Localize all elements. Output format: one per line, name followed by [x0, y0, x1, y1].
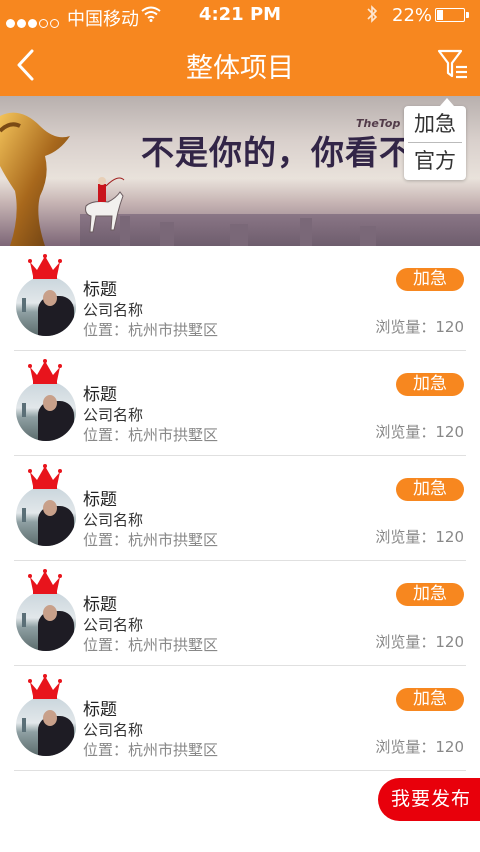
item-title: 标题 [83, 385, 117, 405]
item-views: 浏览量：120 [375, 631, 464, 652]
crown-icon [28, 254, 62, 279]
location-label: 位置： [83, 636, 129, 654]
views-count: 120 [435, 318, 464, 336]
filter-option-official[interactable]: 官方 [404, 143, 466, 179]
item-company: 公司名称 [83, 721, 144, 739]
views-count: 120 [435, 423, 464, 441]
item-title: 标题 [83, 490, 117, 510]
item-title: 标题 [83, 280, 117, 300]
urgent-badge: 加急 [396, 688, 464, 711]
project-list: 标题 公司名称 位置：杭州市拱墅区 加急 浏览量：120 标题 公司名称 位置：… [0, 246, 480, 771]
page-title: 整体项目 [186, 53, 294, 84]
views-label: 浏览量： [375, 528, 436, 546]
list-item[interactable]: 标题 公司名称 位置：杭州市拱墅区 加急 浏览量：120 [0, 561, 480, 666]
views-label: 浏览量： [375, 318, 436, 336]
filter-option-urgent[interactable]: 加急 [404, 106, 466, 142]
location-label: 位置： [83, 426, 129, 444]
item-location: 位置：杭州市拱墅区 [83, 319, 218, 340]
item-company: 公司名称 [83, 406, 144, 424]
list-item[interactable]: 标题 公司名称 位置：杭州市拱墅区 加急 浏览量：120 [0, 456, 480, 561]
list-item[interactable]: 标题 公司名称 位置：杭州市拱墅区 加急 浏览量：120 [0, 666, 480, 771]
views-label: 浏览量： [375, 633, 436, 651]
avatar [16, 276, 76, 336]
item-title: 标题 [83, 595, 117, 615]
location-value: 杭州市拱墅区 [128, 531, 219, 549]
avatar [16, 696, 76, 756]
filter-menu: 加急 官方 [404, 98, 466, 180]
battery-icon [435, 8, 469, 22]
item-location: 位置：杭州市拱墅区 [83, 634, 218, 655]
avatar [16, 486, 76, 546]
top-bar: 中国移动 4:21 PM 22% 整体项目 [0, 0, 480, 96]
item-title: 标题 [83, 700, 117, 720]
avatar [16, 591, 76, 651]
bluetooth-icon [367, 5, 378, 23]
item-location: 位置：杭州市拱墅区 [83, 739, 218, 760]
location-label: 位置： [83, 531, 129, 549]
crown-icon [28, 464, 62, 489]
status-bar: 中国移动 4:21 PM 22% [0, 0, 480, 32]
views-label: 浏览量： [375, 738, 436, 756]
list-item[interactable]: 标题 公司名称 位置：杭州市拱墅区 加急 浏览量：120 [0, 246, 480, 351]
urgent-badge: 加急 [396, 583, 464, 606]
filter-icon[interactable] [436, 48, 470, 80]
location-value: 杭州市拱墅区 [128, 426, 219, 444]
item-views: 浏览量：120 [375, 736, 464, 757]
views-count: 120 [435, 633, 464, 651]
battery-percent: 22% [392, 5, 433, 26]
item-company: 公司名称 [83, 301, 144, 319]
crown-icon [28, 569, 62, 594]
urgent-badge: 加急 [396, 373, 464, 396]
list-item[interactable]: 标题 公司名称 位置：杭州市拱墅区 加急 浏览量：120 [0, 351, 480, 456]
views-label: 浏览量： [375, 423, 436, 441]
views-count: 120 [435, 528, 464, 546]
item-company: 公司名称 [83, 616, 144, 634]
ornament-statue-image [0, 112, 70, 246]
location-label: 位置： [83, 321, 129, 339]
urgent-badge: 加急 [396, 478, 464, 501]
item-views: 浏览量：120 [375, 421, 464, 442]
banner-slogan: 不是你的，你看不见 [141, 133, 447, 172]
item-location: 位置：杭州市拱墅区 [83, 424, 218, 445]
item-company: 公司名称 [83, 511, 144, 529]
avatar [16, 381, 76, 441]
item-views: 浏览量：120 [375, 526, 464, 547]
crown-icon [28, 674, 62, 699]
horse-rider-image [85, 177, 125, 233]
publish-button[interactable]: 我要发布 [378, 778, 480, 821]
urgent-badge: 加急 [396, 268, 464, 291]
crown-icon [28, 359, 62, 384]
item-views: 浏览量：120 [375, 316, 464, 337]
item-location: 位置：杭州市拱墅区 [83, 529, 218, 550]
city-skyline [80, 214, 480, 246]
location-value: 杭州市拱墅区 [128, 636, 219, 654]
views-count: 120 [435, 738, 464, 756]
location-value: 杭州市拱墅区 [128, 741, 219, 759]
location-value: 杭州市拱墅区 [128, 321, 219, 339]
location-label: 位置： [83, 741, 129, 759]
